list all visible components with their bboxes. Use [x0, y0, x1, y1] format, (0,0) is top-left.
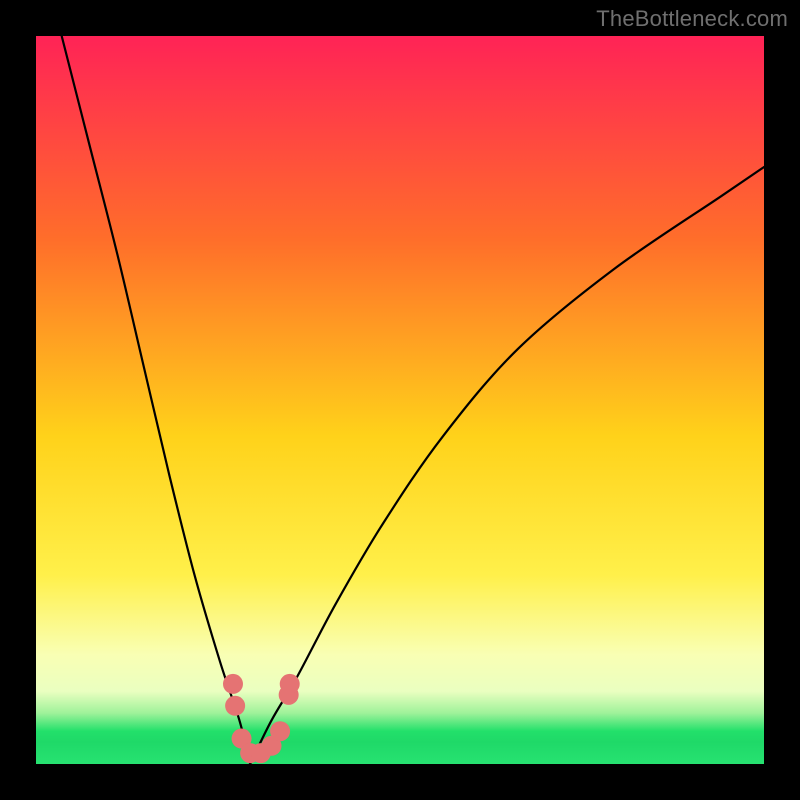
marker-dot: [225, 696, 245, 716]
marker-dot: [280, 674, 300, 694]
chart-frame: TheBottleneck.com: [0, 0, 800, 800]
watermark-text: TheBottleneck.com: [596, 6, 788, 32]
chart-canvas: [36, 36, 764, 764]
gradient-background: [36, 36, 764, 764]
marker-dot: [223, 674, 243, 694]
chart-svg: [36, 36, 764, 764]
marker-dot: [270, 721, 290, 741]
